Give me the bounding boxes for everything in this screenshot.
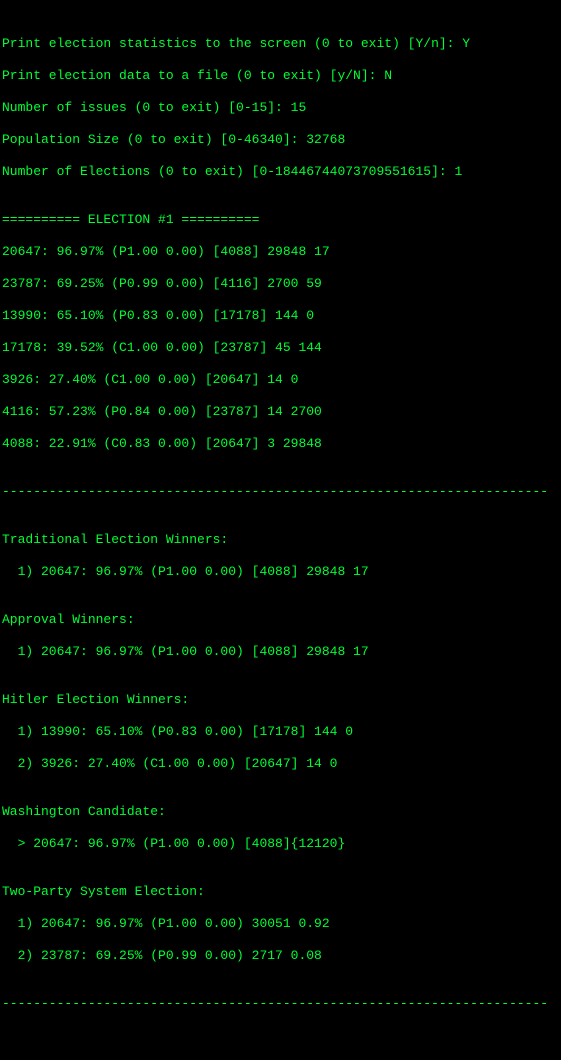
traditional-title: Traditional Election Winners: bbox=[2, 532, 559, 548]
twoparty-title: Two-Party System Election: bbox=[2, 884, 559, 900]
approval-title: Approval Winners: bbox=[2, 612, 559, 628]
separator: ----------------------------------------… bbox=[2, 996, 559, 1012]
separator: ----------------------------------------… bbox=[2, 484, 559, 500]
raw-row: 4116: 57.23% (P0.84 0.00) [23787] 14 270… bbox=[2, 404, 559, 420]
raw-row: 3926: 27.40% (C1.00 0.00) [20647] 14 0 bbox=[2, 372, 559, 388]
election-header: ========== ELECTION #1 ========== bbox=[2, 212, 559, 228]
hitler-row: 2) 3926: 27.40% (C1.00 0.00) [20647] 14 … bbox=[2, 756, 559, 772]
raw-row: 4088: 22.91% (C0.83 0.00) [20647] 3 2984… bbox=[2, 436, 559, 452]
twoparty-row: 1) 20647: 96.97% (P1.00 0.00) 30051 0.92 bbox=[2, 916, 559, 932]
prompt-pop-size: Population Size (0 to exit) [0-46340]: 3… bbox=[2, 132, 559, 148]
washington-row: > 20647: 96.97% (P1.00 0.00) [4088]{1212… bbox=[2, 836, 559, 852]
raw-row: 13990: 65.10% (P0.83 0.00) [17178] 144 0 bbox=[2, 308, 559, 324]
prompt-num-issues: Number of issues (0 to exit) [0-15]: 15 bbox=[2, 100, 559, 116]
raw-row: 23787: 69.25% (P0.99 0.00) [4116] 2700 5… bbox=[2, 276, 559, 292]
raw-row: 20647: 96.97% (P1.00 0.00) [4088] 29848 … bbox=[2, 244, 559, 260]
approval-row: 1) 20647: 96.97% (P1.00 0.00) [4088] 298… bbox=[2, 644, 559, 660]
prompt-num-elections: Number of Elections (0 to exit) [0-18446… bbox=[2, 164, 559, 180]
prompt-print-file: Print election data to a file (0 to exit… bbox=[2, 68, 559, 84]
hitler-title: Hitler Election Winners: bbox=[2, 692, 559, 708]
raw-row: 17178: 39.52% (C1.00 0.00) [23787] 45 14… bbox=[2, 340, 559, 356]
washington-title: Washington Candidate: bbox=[2, 804, 559, 820]
traditional-row: 1) 20647: 96.97% (P1.00 0.00) [4088] 298… bbox=[2, 564, 559, 580]
hitler-row: 1) 13990: 65.10% (P0.83 0.00) [17178] 14… bbox=[2, 724, 559, 740]
prompt-print-screen: Print election statistics to the screen … bbox=[2, 36, 559, 52]
twoparty-row: 2) 23787: 69.25% (P0.99 0.00) 2717 0.08 bbox=[2, 948, 559, 964]
